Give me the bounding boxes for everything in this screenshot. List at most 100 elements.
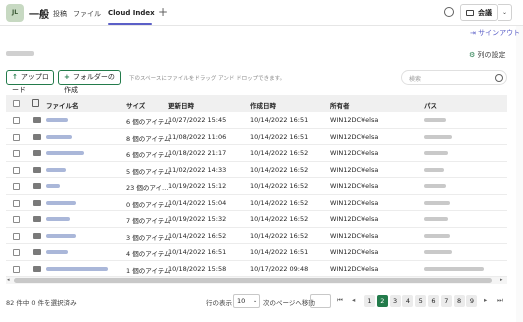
row-checkbox[interactable] — [13, 133, 20, 141]
folder-icon — [33, 216, 41, 222]
chevron-down-icon[interactable]: ⌄ — [144, 9, 149, 16]
column-settings-button[interactable]: ⚙ 列の設定 — [469, 50, 506, 60]
folder-icon — [33, 133, 41, 140]
plus-icon: + — [64, 73, 70, 81]
header-path[interactable]: パス — [424, 100, 437, 110]
row-checkbox[interactable] — [13, 249, 20, 256]
folder-icon — [33, 232, 41, 239]
file-name-link[interactable] — [46, 217, 70, 221]
table-row[interactable]: 1 個のアイテム 10/18/2022 15:58 10/17/2022 09:48… — [6, 261, 507, 277]
file-name-link[interactable] — [46, 200, 76, 205]
row-checkbox[interactable] — [13, 183, 20, 190]
row-checkbox[interactable] — [13, 232, 20, 240]
file-name-link[interactable] — [46, 233, 76, 238]
header-size[interactable]: サイズ — [126, 100, 145, 110]
table-row[interactable]: 5 個のアイテム 11/02/2022 14:33 10/14/2022 16:52… — [6, 162, 507, 178]
size-cell: 5 個のアイテム — [126, 167, 171, 176]
row-checkbox[interactable] — [13, 199, 20, 207]
path-cell — [424, 118, 446, 122]
header-owner[interactable]: 所有者 — [330, 100, 350, 110]
table-row[interactable]: 3 個のアイテム 10/14/2022 16:52 10/14/2022 16:52… — [6, 228, 507, 244]
goto-page-input[interactable] — [310, 294, 331, 308]
row-checkbox[interactable] — [13, 150, 20, 157]
owner-cell: WIN12DC¥elsa — [330, 165, 379, 174]
table-row[interactable]: 23 個のアイ… 10/19/2022 15:12 10/14/2022 16:52… — [6, 178, 507, 195]
vertical-scrollbar[interactable] — [516, 26, 523, 322]
created-cell: 10/14/2022 16:52 — [250, 231, 309, 240]
new-folder-button[interactable]: + フォルダーの作成 — [58, 70, 121, 94]
page-button[interactable]: 7 — [440, 295, 452, 307]
modified-cell: 10/27/2022 15:45 — [168, 116, 227, 124]
page-button[interactable]: 5 — [415, 295, 427, 307]
row-checkbox[interactable] — [13, 166, 20, 174]
page-button[interactable]: 8 — [453, 295, 465, 307]
signout-link[interactable]: ⇥ サインアウト — [470, 28, 520, 38]
prev-page-icon[interactable]: ◂ — [352, 296, 355, 304]
add-tab-icon[interactable]: + — [158, 5, 168, 19]
tab-posts[interactable]: 投稿 — [53, 9, 67, 19]
row-checkbox[interactable] — [13, 216, 20, 223]
chat-icon[interactable] — [444, 7, 454, 17]
team-avatar[interactable]: JL — [6, 4, 24, 22]
file-name-link[interactable] — [46, 134, 72, 139]
table-row[interactable]: 6 個のアイテム 10/27/2022 15:45 10/14/2022 16:51… — [6, 112, 507, 129]
tab-files[interactable]: ファイル — [73, 9, 101, 19]
modified-cell: 10/14/2022 16:52 — [168, 231, 227, 240]
meet-dropdown-icon[interactable]: ⌄ — [498, 4, 512, 21]
path-cell — [424, 200, 450, 205]
table-row[interactable]: 6 個のアイテム 10/18/2022 21:17 10/14/2022 16:52… — [6, 145, 507, 162]
upload-icon: ↑ — [12, 73, 18, 81]
selection-status: 82 件中 0 件を選択済み — [6, 299, 77, 307]
header-name[interactable]: ファイル名 — [46, 100, 79, 110]
search-placeholder: 検索 — [409, 76, 422, 83]
page-button[interactable]: 6 — [428, 295, 439, 307]
next-page-icon[interactable]: ▸ — [484, 296, 487, 304]
row-checkbox[interactable] — [13, 265, 20, 273]
first-page-icon[interactable]: ⏮ — [337, 296, 343, 305]
page-button[interactable]: 2 — [376, 295, 388, 307]
scroll-right-icon[interactable]: ▸ — [500, 277, 503, 283]
rows-per-page-select[interactable]: 10 ⌄ — [233, 294, 260, 308]
upload-button[interactable]: ↑ アップロード — [6, 70, 54, 94]
file-name-link[interactable] — [46, 184, 60, 188]
header-modified[interactable]: 更新日時 — [168, 100, 194, 110]
owner-cell: WIN12DC¥elsa — [330, 248, 379, 256]
table-row[interactable]: 4 個のアイテム 10/14/2022 16:51 10/14/2022 16:51… — [6, 244, 507, 261]
table-row[interactable]: 8 個のアイテム 11/08/2022 11:06 10/14/2022 16:51… — [6, 129, 507, 145]
search-input[interactable]: 検索 — [401, 70, 507, 85]
camera-icon — [466, 10, 474, 16]
scroll-left-icon[interactable]: ◂ — [7, 277, 10, 283]
rows-per-page-label: 行の表示 — [206, 299, 232, 307]
signout-icon: ⇥ — [470, 29, 479, 37]
page-button[interactable]: 3 — [389, 295, 401, 307]
last-page-icon[interactable]: ⏭ — [497, 296, 503, 305]
file-name-link[interactable] — [46, 151, 84, 155]
file-name-link[interactable] — [46, 167, 66, 172]
table-row[interactable]: 0 個のアイテム 10/14/2022 15:04 10/14/2022 16:52… — [6, 195, 507, 211]
owner-cell: WIN12DC¥elsa — [330, 215, 379, 223]
page-button[interactable]: 4 — [402, 295, 414, 307]
table-header: ファイル名 サイズ 更新日時 作成日時 所有者 パス — [6, 95, 507, 112]
page-button[interactable]: 1 — [364, 295, 375, 307]
chevron-down-icon: ⌄ — [253, 298, 258, 304]
table-row[interactable]: 7 個のアイテム 10/19/2022 15:32 10/14/2022 16:52… — [6, 211, 507, 228]
folder-icon — [33, 265, 41, 272]
page-button[interactable]: 9 — [466, 295, 478, 307]
file-name-link[interactable] — [46, 266, 108, 271]
scroll-thumb[interactable] — [14, 278, 492, 283]
owner-cell: WIN12DC¥elsa — [330, 149, 379, 157]
horizontal-scrollbar[interactable]: ◂ ▸ — [6, 277, 507, 284]
size-cell: 8 個のアイテム — [126, 134, 171, 143]
select-all-checkbox[interactable] — [13, 100, 20, 107]
file-name-link[interactable] — [46, 118, 68, 122]
path-cell — [424, 233, 450, 238]
created-cell: 10/14/2022 16:52 — [250, 215, 309, 223]
header-created[interactable]: 作成日時 — [250, 100, 276, 110]
owner-cell: WIN12DC¥elsa — [330, 198, 379, 207]
folder-icon — [33, 249, 41, 255]
gear-icon: ⚙ — [469, 51, 478, 59]
file-name-link[interactable] — [46, 250, 68, 254]
row-checkbox[interactable] — [13, 117, 20, 124]
meet-button[interactable]: 会議 — [460, 4, 498, 21]
modified-cell: 10/18/2022 15:58 — [168, 264, 227, 273]
